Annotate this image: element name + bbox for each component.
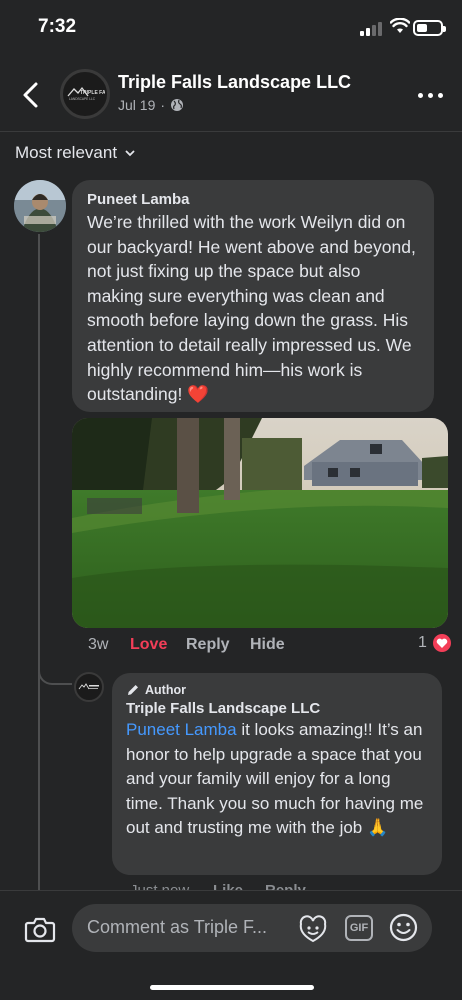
- hide-button[interactable]: Hide: [250, 636, 285, 654]
- camera-icon[interactable]: [24, 915, 56, 943]
- comment-bubble[interactable]: Puneet Lamba We’re thrilled with the wor…: [72, 180, 434, 412]
- svg-text:LANDSCAPE LLC: LANDSCAPE LLC: [69, 97, 96, 101]
- author-badge: Author: [126, 683, 428, 697]
- gif-button[interactable]: GIF: [345, 915, 373, 941]
- mention-link[interactable]: Puneet Lamba: [126, 720, 237, 739]
- chevron-down-icon: [125, 150, 135, 156]
- reply-author[interactable]: Triple Falls Landscape LLC: [126, 700, 428, 717]
- reply-text: Puneet Lamba it looks amazing!! It’s an …: [126, 718, 428, 841]
- globe-icon: [171, 99, 184, 111]
- avatar-sticker-icon[interactable]: [298, 915, 328, 943]
- comment-photo[interactable]: [72, 418, 448, 628]
- avatar-image: [14, 180, 66, 232]
- status-bar: 7:32: [0, 0, 462, 58]
- svg-text:TRIPLE FALLS: TRIPLE FALLS: [80, 90, 105, 96]
- more-options-button[interactable]: [418, 90, 446, 100]
- comment-timestamp: 3w: [88, 636, 109, 653]
- author-badge-label: Author: [145, 683, 186, 697]
- sort-label: Most relevant: [15, 143, 118, 162]
- heart-reaction-icon[interactable]: [431, 632, 453, 654]
- reply-bubble[interactable]: Author Triple Falls Landscape LLC Puneet…: [112, 673, 442, 875]
- pencil-icon: [128, 685, 138, 695]
- comment-placeholder[interactable]: Comment as Triple F...: [87, 917, 267, 938]
- folded-hands-emoji: 🙏: [366, 818, 389, 838]
- page-logo-small-icon: [78, 683, 99, 690]
- meta-separator: ·: [160, 97, 166, 113]
- red-heart-emoji: ❤️: [187, 384, 210, 405]
- page-title[interactable]: Triple Falls Landscape LLC: [118, 72, 351, 93]
- battery-icon: [413, 20, 446, 36]
- reply-button[interactable]: Reply: [186, 636, 230, 654]
- status-time: 7:32: [38, 16, 77, 37]
- reply-author-avatar[interactable]: [74, 672, 104, 702]
- back-button[interactable]: [16, 78, 46, 112]
- reply-connector: [38, 655, 72, 685]
- comment-author[interactable]: Puneet Lamba: [87, 191, 419, 208]
- header: TRIPLE FALLS LANDSCAPE LLC Triple Falls …: [0, 58, 462, 132]
- post-date: Jul 19: [118, 97, 156, 113]
- sort-dropdown[interactable]: Most relevant: [15, 143, 135, 163]
- wifi-icon: [390, 18, 410, 33]
- emoji-icon[interactable]: [389, 913, 418, 942]
- commenter-avatar[interactable]: [14, 180, 66, 232]
- love-button[interactable]: Love: [130, 636, 167, 654]
- thread-line: [38, 234, 40, 894]
- heart-icon: [436, 638, 448, 648]
- comment-composer: Comment as Triple F... GIF: [0, 890, 462, 1000]
- comment-body: We’re thrilled with the work Weilyn did …: [87, 212, 416, 405]
- comment-text: We’re thrilled with the work Weilyn did …: [87, 210, 419, 407]
- reaction-count[interactable]: 1: [418, 634, 427, 652]
- home-indicator: [150, 985, 314, 990]
- page-logo-icon: TRIPLE FALLS LANDSCAPE LLC: [67, 86, 105, 101]
- post-meta: Jul 19 ·: [118, 97, 184, 113]
- backyard-lawn-image: [72, 418, 448, 628]
- cellular-signal-icon: [360, 22, 384, 36]
- page-avatar[interactable]: TRIPLE FALLS LANDSCAPE LLC: [60, 69, 110, 119]
